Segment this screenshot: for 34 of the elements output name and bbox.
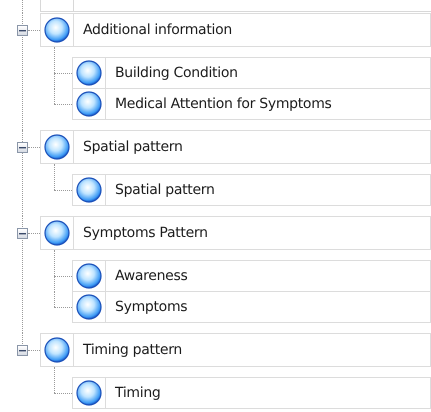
tree-row[interactable]: Spatial pattern	[72, 174, 431, 206]
collapse-button[interactable]	[17, 344, 28, 356]
node-label: Timing	[114, 384, 160, 403]
sphere-icon	[76, 60, 102, 86]
tree-row[interactable]: Medical Attention for Symptoms	[72, 88, 431, 120]
tree-row[interactable]: Timing	[72, 377, 431, 409]
sphere-icon	[44, 134, 70, 160]
collapse-button[interactable]	[17, 24, 28, 36]
sphere-icon	[76, 263, 102, 289]
tree-row[interactable]: Symptoms	[72, 291, 431, 323]
sphere-icon	[76, 177, 102, 203]
collapse-button[interactable]	[17, 228, 28, 238]
sphere-icon	[76, 91, 102, 117]
tree-row[interactable]: Spatial pattern	[40, 130, 431, 164]
collapse-button[interactable]	[17, 142, 28, 152]
tree-row[interactable]: Additional information	[40, 13, 431, 47]
sphere-icon	[44, 17, 70, 43]
tree-row[interactable]: Building Condition	[72, 57, 431, 89]
node-label: Medical Attention for Symptoms	[114, 95, 332, 114]
node-label: Spatial pattern	[114, 181, 215, 200]
node-label: Awareness	[114, 267, 188, 286]
tree-row[interactable]: Symptoms Pattern	[40, 216, 431, 250]
node-label: Building Condition	[114, 64, 238, 83]
sphere-icon	[44, 220, 70, 246]
node-label: Symptoms	[114, 298, 188, 317]
node-label: Symptoms Pattern	[82, 224, 208, 243]
tree-row[interactable]: Awareness	[72, 260, 431, 292]
node-label: Additional information	[82, 21, 232, 40]
node-label: Timing pattern	[82, 341, 182, 360]
tree-row[interactable]: Timing pattern	[40, 333, 431, 367]
sphere-icon	[76, 380, 102, 406]
sphere-icon	[44, 337, 70, 363]
node-label: Spatial pattern	[82, 138, 183, 157]
sphere-icon	[76, 294, 102, 320]
